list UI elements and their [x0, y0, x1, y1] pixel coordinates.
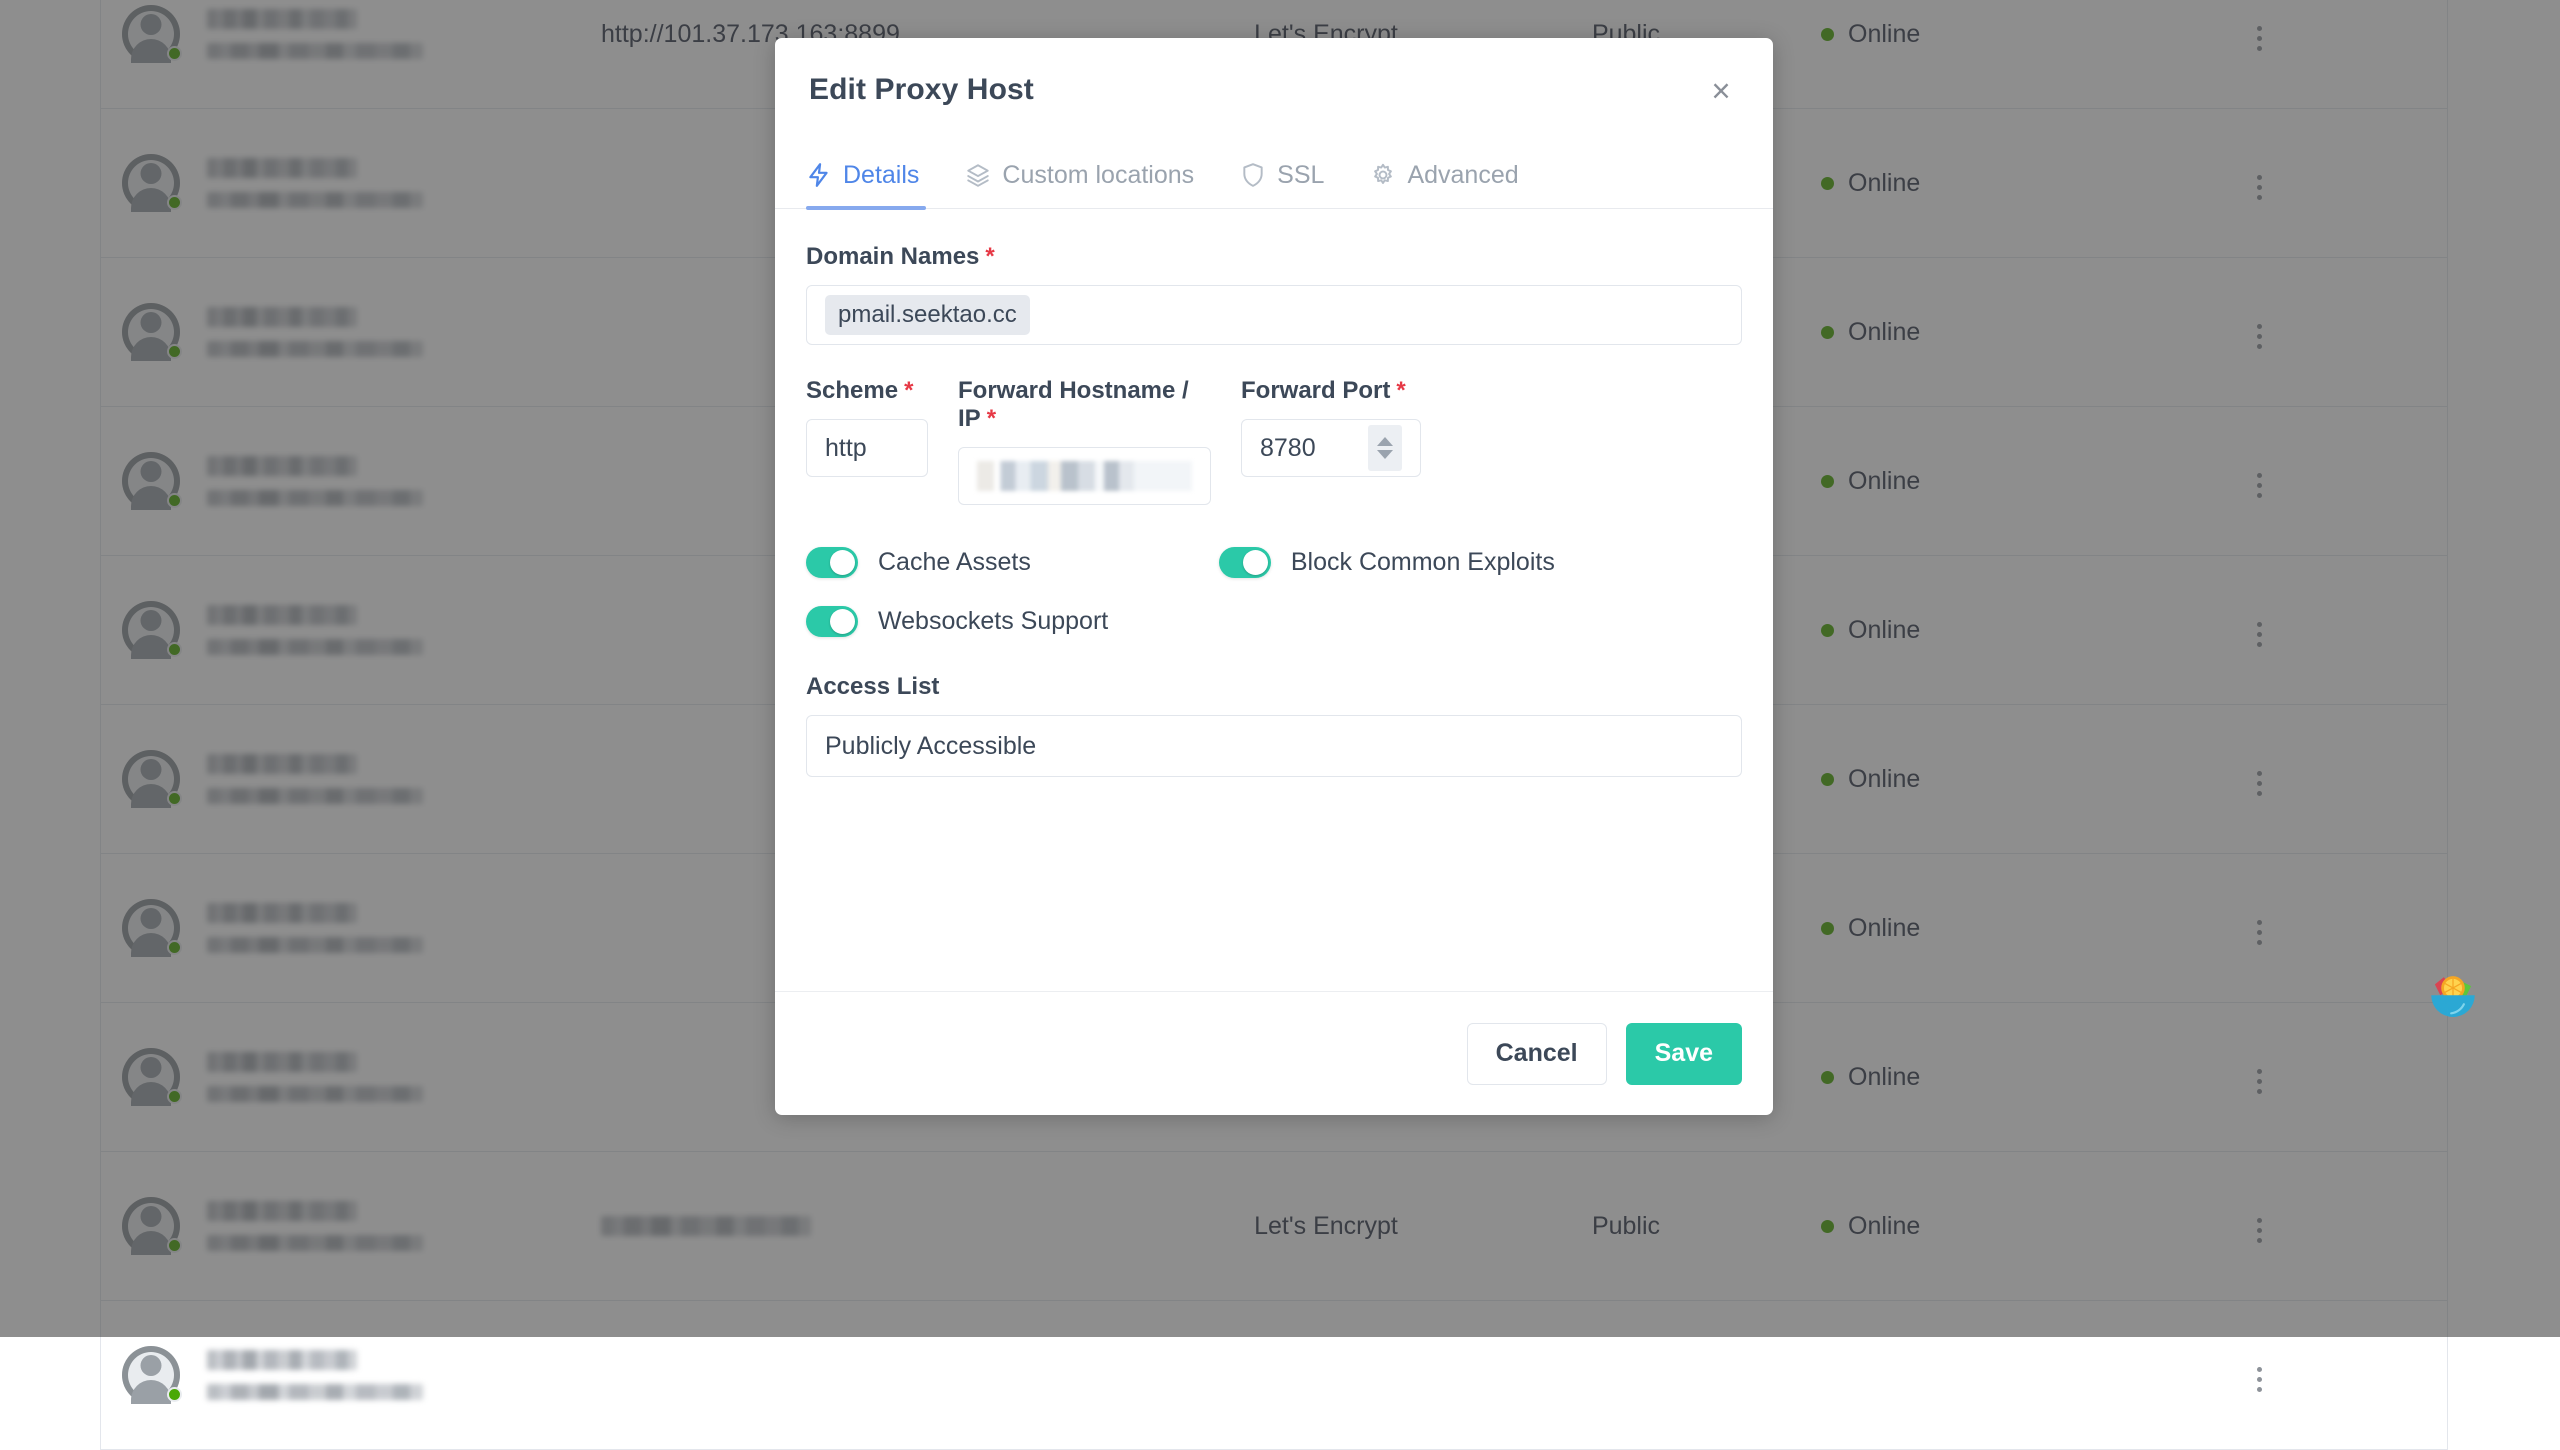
dialog-title: Edit Proxy Host — [809, 73, 1034, 107]
toggle-websockets-support[interactable]: Websockets Support — [806, 606, 1108, 637]
access-list-field: Access List Publicly Accessible — [806, 673, 1742, 777]
fruit-bowl-icon[interactable] — [2424, 968, 2482, 1026]
quantity-stepper[interactable] — [1368, 425, 1402, 471]
block-common-exploits-switch[interactable] — [1219, 547, 1271, 578]
avatar — [122, 1346, 180, 1404]
dialog-tabbar: Details Custom locations SSL — [775, 142, 1773, 209]
required-marker: * — [1396, 377, 1405, 404]
stepper-up-icon[interactable] — [1377, 437, 1393, 446]
tab-ssl[interactable]: SSL — [1240, 142, 1346, 208]
source-cell — [201, 1350, 501, 1400]
avatar-online-dot — [167, 1387, 182, 1402]
required-marker: * — [987, 405, 996, 432]
close-icon[interactable]: × — [1699, 68, 1743, 112]
tab-custom-locations-label: Custom locations — [1002, 161, 1194, 190]
tab-details-label: Details — [843, 161, 919, 190]
required-marker: * — [904, 377, 913, 404]
more-options-icon[interactable] — [2257, 1367, 2262, 1392]
avatar-cell — [101, 1346, 201, 1404]
forward-settings-row: Scheme* http Forward Hostname / IP* Forw… — [806, 377, 1742, 505]
forward-hostname-field: Forward Hostname / IP* — [958, 377, 1211, 505]
required-marker: * — [985, 243, 994, 270]
tab-details[interactable]: Details — [806, 142, 941, 208]
switch-knob — [830, 609, 855, 634]
domain-chip[interactable]: pmail.seektao.cc — [825, 295, 1030, 336]
scheme-select[interactable]: http — [806, 419, 928, 477]
dialog-header: Edit Proxy Host × — [775, 38, 1773, 142]
block-common-exploits-label: Block Common Exploits — [1291, 548, 1555, 577]
redacted-text — [207, 1350, 357, 1370]
save-button[interactable]: Save — [1626, 1023, 1742, 1085]
websockets-support-switch[interactable] — [806, 606, 858, 637]
access-list-value: Publicly Accessible — [825, 732, 1036, 761]
toggle-block-common-exploits[interactable]: Block Common Exploits — [1219, 547, 1555, 578]
options-toggles: Cache Assets Block Common Exploits Webso… — [806, 547, 1742, 637]
forward-port-label: Forward Port* — [1241, 377, 1406, 405]
toggle-row-1: Cache Assets Block Common Exploits — [806, 547, 1742, 578]
row-menu-cell — [2071, 1359, 2447, 1392]
toggle-cache-assets[interactable]: Cache Assets — [806, 547, 1031, 578]
tab-advanced[interactable]: Advanced — [1370, 142, 1540, 208]
forward-port-input[interactable]: 8780 — [1241, 419, 1421, 477]
dialog-footer: Cancel Save — [775, 991, 1773, 1115]
forward-hostname-input[interactable] — [958, 447, 1211, 505]
lightning-bolt-icon — [806, 162, 832, 188]
domain-names-label: Domain Names* — [806, 243, 995, 271]
shield-icon — [1240, 162, 1266, 188]
access-list-select[interactable]: Publicly Accessible — [806, 715, 1742, 777]
gear-icon — [1370, 162, 1396, 188]
toggle-row-2: Websockets Support — [806, 606, 1742, 637]
switch-knob — [1243, 550, 1268, 575]
forward-hostname-label: Forward Hostname / IP* — [958, 377, 1211, 433]
stepper-down-icon[interactable] — [1377, 450, 1393, 459]
layers-icon — [965, 162, 991, 188]
forward-port-field: Forward Port* 8780 — [1241, 377, 1421, 505]
forward-port-value: 8780 — [1260, 434, 1316, 463]
redacted-text — [207, 1384, 423, 1400]
domain-names-field: Domain Names* pmail.seektao.cc — [806, 243, 1742, 345]
scheme-field: Scheme* http — [806, 377, 928, 505]
cache-assets-label: Cache Assets — [878, 548, 1031, 577]
scheme-value: http — [825, 434, 867, 463]
switch-knob — [830, 550, 855, 575]
edit-proxy-host-dialog: Edit Proxy Host × Details Custom locatio… — [775, 38, 1773, 1115]
cache-assets-switch[interactable] — [806, 547, 858, 578]
scheme-label: Scheme* — [806, 377, 913, 405]
tab-ssl-label: SSL — [1277, 161, 1324, 190]
redacted-value — [977, 461, 1192, 491]
access-list-label: Access List — [806, 673, 939, 701]
cancel-button[interactable]: Cancel — [1467, 1023, 1607, 1085]
tab-custom-locations[interactable]: Custom locations — [965, 142, 1216, 208]
active-tab-indicator — [806, 206, 926, 210]
dialog-body: Domain Names* pmail.seektao.cc Scheme* h… — [775, 209, 1773, 991]
avatar-head — [141, 1355, 162, 1376]
domain-names-input[interactable]: pmail.seektao.cc — [806, 285, 1742, 345]
websockets-support-label: Websockets Support — [878, 607, 1108, 636]
tab-advanced-label: Advanced — [1407, 161, 1518, 190]
